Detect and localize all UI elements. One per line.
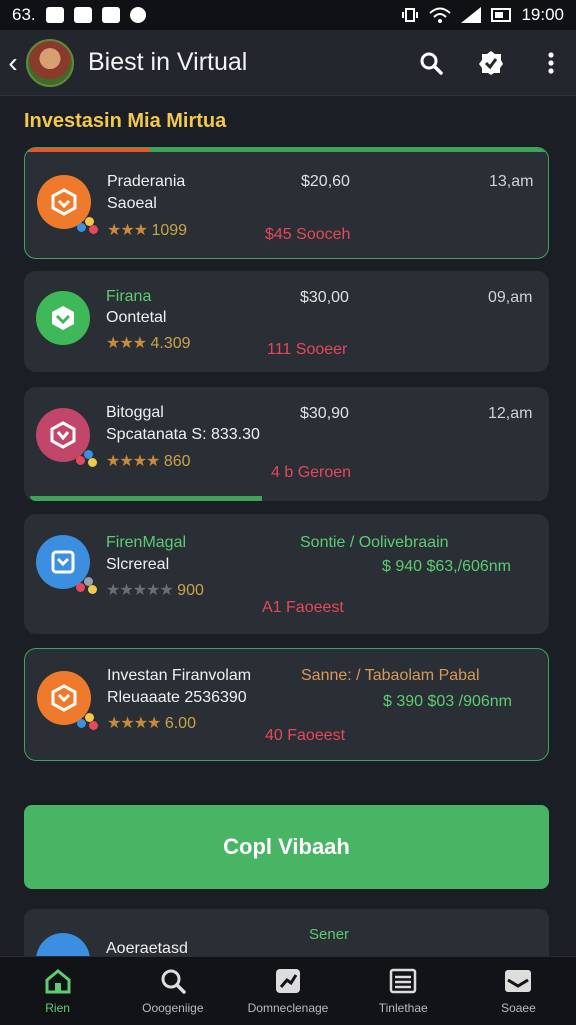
page-title: Biest in Virtual	[88, 48, 248, 76]
asset-logo-icon	[37, 671, 98, 730]
asset-time: 13,am	[489, 173, 534, 190]
asset-price: $30,00	[300, 289, 349, 306]
investment-card[interactable]: Bitoggal Spcatanata S: 833.30 ★★★★ 860 $…	[24, 387, 549, 501]
asset-price: $20,60	[301, 173, 350, 190]
asset-name: Firana	[106, 288, 152, 305]
mail-notification-icon	[45, 7, 64, 23]
inbox-icon	[503, 967, 533, 995]
investment-card[interactable]: Investan Firanvolam Rleuaaate 2536390 ★★…	[24, 648, 549, 761]
bottom-navigation: Rien Ooogeniige Domneclenage Tinlethae S…	[0, 956, 576, 1025]
status-bar: 63. 19:00	[0, 0, 576, 30]
investment-card[interactable]: Firana Oontetal ★★★ 4.309 $30,00 09,am 1…	[24, 271, 549, 372]
asset-change: A1 Faoeest	[262, 599, 344, 616]
nav-home[interactable]: Rien	[0, 957, 115, 1025]
signal-icon	[461, 7, 482, 23]
asset-subtitle: Rleuaaate 2536390	[107, 689, 247, 706]
chart-icon	[273, 967, 303, 995]
asset-change: 40 Faoeest	[265, 727, 346, 744]
asset-subtitle: Slcrereal	[106, 556, 170, 573]
asset-logo-icon	[36, 408, 97, 467]
asset-time: 09,am	[488, 289, 533, 306]
asset-subtitle: Oontetal	[106, 309, 167, 326]
avatar[interactable]	[26, 38, 74, 87]
battery-icon	[491, 8, 512, 22]
asset-name: Investan Firanvolam	[107, 667, 252, 684]
back-icon[interactable]: ‹	[2, 47, 24, 79]
more-icon[interactable]	[538, 50, 564, 76]
asset-name: Bitoggal	[106, 404, 164, 421]
asset-rating: ★★★ 1099	[107, 222, 188, 239]
asset-logo-icon	[36, 291, 90, 345]
asset-category: Sanne: / Tabaolam Pabal	[301, 667, 480, 684]
asset-logo-icon	[37, 175, 98, 234]
status-left-text: 63.	[12, 5, 36, 24]
badge-icon[interactable]	[478, 50, 504, 76]
asset-price: $30,90	[300, 405, 349, 422]
home-icon	[43, 967, 73, 995]
app-notification-icon	[101, 7, 120, 23]
asset-subtitle: Saoeal	[107, 195, 157, 212]
vibrate-icon	[402, 8, 419, 22]
asset-change: 111 Sooeer	[267, 341, 348, 358]
list-icon	[388, 967, 418, 995]
status-time: 19:00	[521, 5, 564, 24]
asset-time: 12,am	[488, 405, 533, 422]
nav-list[interactable]: Tinlethae	[346, 957, 461, 1025]
asset-change: 4 b Geroen	[271, 464, 352, 481]
asset-price: $ 940 $63,/606nm	[382, 558, 511, 575]
asset-subtitle: Spcatanata S: 833.30	[106, 426, 260, 443]
investment-card[interactable]: FirenMagal Slcrereal ★★★★★ 900 Sontie / …	[24, 514, 549, 634]
asset-rating: ★★★★★ 900	[106, 582, 204, 599]
message-notification-icon	[73, 7, 92, 23]
nav-search[interactable]: Ooogeniige	[115, 957, 230, 1025]
asset-category: Sontie / Oolivebraain	[300, 534, 449, 551]
shield-notification-icon	[129, 7, 146, 23]
asset-category: Sener	[309, 926, 350, 943]
search-icon	[158, 967, 188, 995]
wifi-icon	[429, 7, 452, 23]
asset-change: $45 Sooceh	[265, 226, 351, 243]
search-icon[interactable]	[418, 50, 444, 76]
asset-name: FirenMagal	[106, 534, 187, 551]
asset-price: $ 390 $03 /906nm	[383, 693, 512, 710]
nav-inbox[interactable]: Soaee	[461, 957, 576, 1025]
section-title: Investasin Mia Mirtua	[24, 110, 227, 132]
app-bar: ‹ Biest in Virtual	[0, 30, 576, 96]
asset-rating: ★★★★ 6.00	[107, 715, 196, 732]
investment-card[interactable]: Praderania Saoeal ★★★ 1099 $20,60 13,am …	[24, 147, 549, 259]
asset-name: Praderania	[107, 173, 186, 190]
asset-logo-icon	[36, 535, 97, 594]
nav-markets[interactable]: Domneclenage	[230, 957, 345, 1025]
asset-rating: ★★★★ 860	[106, 453, 191, 470]
asset-rating: ★★★ 4.309	[106, 335, 191, 352]
primary-action-button[interactable]: Copl Vibaah	[24, 805, 549, 889]
